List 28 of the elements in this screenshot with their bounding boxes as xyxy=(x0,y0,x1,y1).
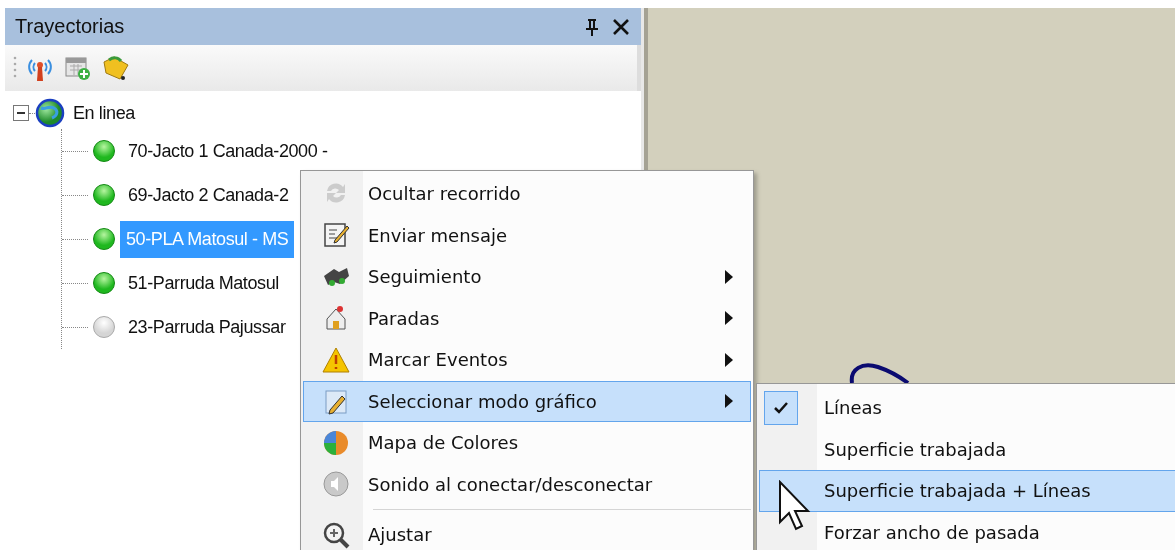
menu-item[interactable]: Ajustar xyxy=(303,514,751,550)
panel-title: Trayectorias xyxy=(15,15,126,38)
menu-item[interactable]: Forzar ancho de pasada xyxy=(759,511,1175,550)
check-icon xyxy=(773,400,789,415)
folder-icon[interactable] xyxy=(101,54,131,82)
menu-item[interactable]: Sonido al conectar/desconectar xyxy=(303,463,751,505)
menu-item[interactable]: Superficie trabajada xyxy=(759,428,1175,470)
menu-item[interactable]: Marcar Eventos xyxy=(303,339,751,381)
tree-node-label[interactable]: 23-Parruda Pajussar xyxy=(124,313,290,341)
menu-item[interactable]: Mapa de Colores xyxy=(303,422,751,464)
tree-node-label[interactable]: 69-Jacto 2 Canada-2 xyxy=(124,181,293,209)
menu-item[interactable]: Líneas xyxy=(759,387,1175,429)
close-icon[interactable] xyxy=(611,16,631,37)
menu-item[interactable]: Seguimiento xyxy=(303,256,751,298)
tree-node-label[interactable]: 70-Jacto 1 Canada-2000 - xyxy=(124,137,332,165)
collapse-toggle[interactable] xyxy=(13,105,29,121)
calendar-add-icon[interactable] xyxy=(63,54,93,82)
tree-node-label[interactable]: En linea xyxy=(69,99,139,127)
menu-item[interactable]: Superficie trabajada + Líneas xyxy=(759,470,1175,512)
speaker-icon xyxy=(321,469,351,500)
globe-icon xyxy=(35,98,65,128)
menu-item[interactable]: Ocultar recorrido xyxy=(303,173,751,215)
menu-item[interactable]: Enviar mensaje xyxy=(303,214,751,256)
tree-node-label[interactable]: 51-Parruda Matosul xyxy=(124,269,283,297)
menu-item[interactable]: Seleccionar modo gráfico xyxy=(303,380,751,422)
menu-item[interactable]: Paradas xyxy=(303,297,751,339)
trajectory-line xyxy=(848,361,910,383)
pin-icon[interactable] xyxy=(585,17,599,36)
